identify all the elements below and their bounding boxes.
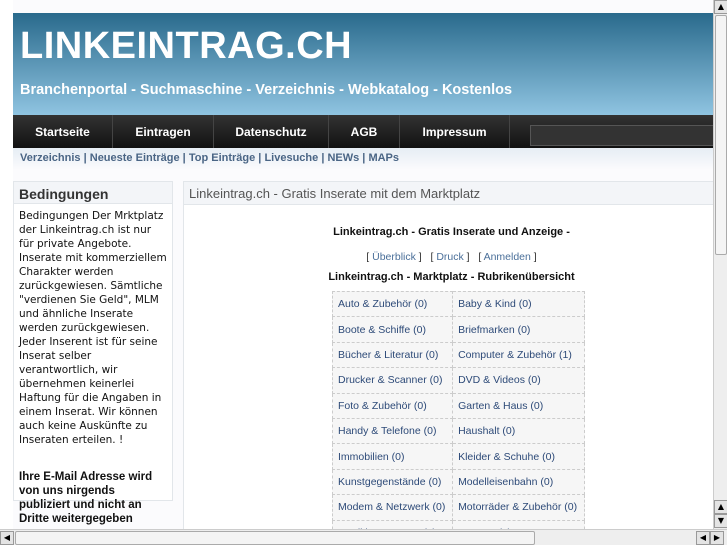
subnav-news[interactable]: NEWs: [327, 152, 359, 164]
print-link[interactable]: Druck: [436, 251, 463, 263]
category-link[interactable]: Modelleisenbahn (0): [452, 468, 585, 496]
category-link[interactable]: Musikinstrumente (0): [331, 519, 454, 529]
category-row: Immobilien (0) Kleider & Schuhe (0): [331, 443, 585, 470]
subnav-livesuche[interactable]: Livesuche: [264, 152, 318, 164]
overview-link[interactable]: Überblick: [372, 251, 416, 263]
category-link[interactable]: Bücher & Literatur (0): [331, 341, 454, 369]
sidebar-text: Bedingungen Der Mrktplatz der Linkeintra…: [19, 210, 167, 446]
category-link[interactable]: Immobilien (0): [331, 443, 454, 470]
main-nav: Startseite Eintragen Datenschutz AGB Imp…: [13, 115, 713, 148]
search-input[interactable]: [530, 125, 713, 146]
category-link[interactable]: Briefmarken (0): [452, 316, 585, 343]
category-link[interactable]: Haushalt (0): [452, 417, 585, 445]
category-link[interactable]: Münzen (0): [452, 519, 585, 529]
category-link[interactable]: DVD & Videos (0): [452, 367, 585, 394]
category-row: Boote & Schiffe (0) Briefmarken (0): [331, 316, 585, 343]
category-row: Musikinstrumente (0)Münzen (0): [331, 519, 585, 529]
subnav-maps[interactable]: MAPs: [368, 152, 399, 164]
section-title: Linkeintrag.ch - Marktplatz - Rubrikenüb…: [328, 271, 575, 283]
category-row: Kunstgegenstände (0) Modelleisenbahn (0): [331, 468, 585, 496]
category-link[interactable]: Modem & Netzwerk (0): [331, 494, 454, 521]
category-link[interactable]: Kleider & Schuhe (0): [452, 443, 585, 470]
subnav-top[interactable]: Top Einträge: [189, 152, 255, 164]
site-logo[interactable]: LINKEINTRAG.CH: [20, 25, 352, 68]
main-panel: Linkeintrag.ch - Gratis Inserate mit dem…: [183, 181, 713, 529]
scroll-down-icon[interactable]: ▼: [714, 514, 727, 528]
category-link[interactable]: Garten & Haus (0): [452, 392, 585, 419]
nav-agb[interactable]: AGB: [329, 115, 400, 148]
left-margin: [0, 0, 13, 529]
page-title: Linkeintrag.ch - Gratis Inserate und Anz…: [333, 226, 570, 238]
category-row: Handy & Telefone (0) Haushalt (0): [331, 417, 585, 445]
privacy-notice: Ihre E-Mail Adresse wird von uns nirgend…: [19, 471, 153, 525]
category-row: Modem & Netzwerk (0) Motorräder & Zubehör…: [331, 494, 585, 521]
site-header: LINKEINTRAG.CH Branchenportal - Suchmasc…: [13, 13, 713, 115]
login-link[interactable]: Anmelden: [484, 251, 531, 263]
category-link[interactable]: Motorräder & Zubehör (0): [452, 494, 585, 521]
category-link[interactable]: Auto & Zubehör (0): [331, 290, 454, 318]
sidebar: Bedingungen Bedingungen Der Mrktplatz de…: [13, 181, 173, 525]
sidebar-title: Bedingungen: [14, 182, 172, 204]
category-row: Foto & Zubehör (0) Garten & Haus (0): [331, 392, 585, 419]
vertical-scroll-thumb[interactable]: [715, 15, 727, 255]
category-link[interactable]: Drucker & Scanner (0): [331, 367, 454, 394]
main-heading: Linkeintrag.ch - Gratis Inserate mit dem…: [184, 182, 713, 205]
category-link[interactable]: Foto & Zubehör (0): [331, 392, 454, 419]
category-row: Auto & Zubehör (0) Baby & Kind (0): [331, 290, 585, 318]
category-link[interactable]: Baby & Kind (0): [452, 290, 585, 318]
scroll-up-icon[interactable]: ▲: [714, 500, 727, 514]
category-link[interactable]: Kunstgegenstände (0): [331, 468, 454, 496]
category-table: Auto & Zubehör (0) Baby & Kind (0) Boote &…: [331, 290, 585, 529]
horizontal-scroll-thumb[interactable]: [15, 531, 535, 545]
site-slogan: Branchenportal - Suchmaschine - Verzeich…: [20, 82, 513, 98]
scroll-up-icon[interactable]: ▲: [714, 0, 727, 14]
subnav-verzeichnis[interactable]: Verzeichnis: [20, 152, 81, 164]
scroll-left-icon[interactable]: ◀: [0, 531, 14, 545]
page: LINKEINTRAG.CH Branchenportal - Suchmasc…: [0, 0, 713, 529]
category-row: Bücher & Literatur (0) Computer & Zubehör…: [331, 341, 585, 369]
vertical-scrollbar[interactable]: ▲ ▲ ▼: [713, 0, 727, 529]
nav-eintragen[interactable]: Eintragen: [113, 115, 214, 148]
nav-datenschutz[interactable]: Datenschutz: [214, 115, 329, 148]
scroll-left-icon[interactable]: ◀: [696, 531, 710, 545]
category-link[interactable]: Handy & Telefone (0): [331, 417, 454, 445]
scroll-right-icon[interactable]: ▶: [710, 531, 724, 545]
horizontal-scrollbar[interactable]: ◀ ◀ ▶: [0, 529, 727, 545]
sub-nav: Verzeichnis | Neueste Einträge | Top Ein…: [13, 148, 713, 170]
category-link[interactable]: Computer & Zubehör (1): [452, 341, 585, 369]
nav-impressum[interactable]: Impressum: [400, 115, 510, 148]
category-link[interactable]: Boote & Schiffe (0): [331, 316, 454, 343]
subnav-neueste[interactable]: Neueste Einträge: [90, 152, 180, 164]
nav-startseite[interactable]: Startseite: [13, 115, 113, 148]
action-links: [ Überblick ] [ Druck ] [ Anmelden ]: [366, 251, 537, 263]
category-row: Drucker & Scanner (0) DVD & Videos (0): [331, 367, 585, 394]
